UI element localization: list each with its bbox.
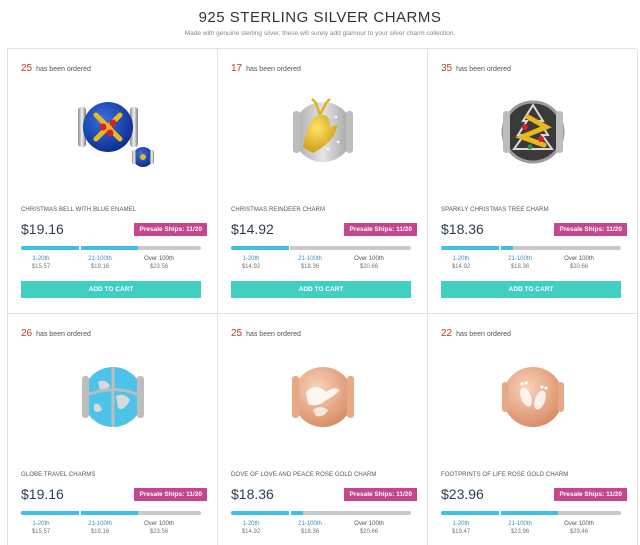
product-card: 22 has been ordered FOOTPRINTS OF LIFE R… [428, 314, 638, 545]
tier-2: 21-100th $23.96 [508, 521, 532, 535]
progress-fill [231, 511, 303, 515]
order-progress-bar [441, 511, 621, 515]
tier-3: Over 100th $20.66 [564, 256, 594, 270]
product-name[interactable]: FOOTPRINTS OF LIFE ROSE GOLD CHARM [441, 472, 568, 478]
ordered-number: 25 [231, 328, 243, 339]
ordered-suffix: has been ordered [36, 331, 91, 338]
presale-badge: Presale Ships: 11/20 [344, 223, 417, 236]
presale-badge: Presale Ships: 11/20 [554, 488, 627, 501]
progress-fill [231, 246, 291, 250]
ordered-count: 25 has been ordered [231, 328, 301, 339]
ordered-count: 17 has been ordered [231, 63, 301, 74]
rose-gold-footprints-charm-icon[interactable] [478, 352, 588, 442]
ordered-count: 26 has been ordered [21, 328, 91, 339]
product-card: 25 has been ordered DOVE OF LOVE AND PEA… [218, 314, 428, 545]
product-card: 26 has been ordered GLOBE TRAVEL CHARMS … [8, 314, 218, 545]
order-progress-bar [441, 246, 621, 250]
product-price: $18.36 [231, 486, 274, 502]
tier-1: 1-20th $14.92 [241, 256, 261, 270]
globe-travel-charm-icon[interactable] [58, 352, 168, 442]
progress-fill [441, 246, 513, 250]
blue-enamel-bell-charm-icon[interactable] [58, 87, 168, 177]
progress-fill [21, 511, 138, 515]
ordered-count: 22 has been ordered [441, 328, 511, 339]
product-card: 35 has been ordered SPARKLY CHRISTMAS TR… [428, 49, 638, 314]
add-to-cart-button[interactable]: ADD TO CART [21, 281, 201, 298]
page-subtitle: Made with genuine sterling silver, these… [184, 30, 456, 37]
ordered-suffix: has been ordered [246, 331, 301, 338]
tier-1: 1-20th $14.92 [241, 521, 261, 535]
ordered-suffix: has been ordered [456, 331, 511, 338]
presale-badge: Presale Ships: 11/20 [554, 223, 627, 236]
tier-1: 1-20th $15.57 [31, 256, 51, 270]
tier-2: 21-100th $18.36 [298, 521, 322, 535]
tier-2: 21-100th $19.16 [88, 521, 112, 535]
add-to-cart-button[interactable]: ADD TO CART [441, 281, 621, 298]
ordered-count: 25 has been ordered [21, 63, 91, 74]
tier-1: 1-20th $15.57 [31, 521, 51, 535]
ordered-number: 25 [21, 63, 33, 74]
tier-2: 21-100th $19.16 [88, 256, 112, 270]
add-to-cart-button[interactable]: ADD TO CART [231, 281, 411, 298]
product-price: $23.96 [441, 486, 484, 502]
ordered-suffix: has been ordered [246, 66, 301, 73]
tier-1: 1-20th $19.47 [451, 521, 471, 535]
ordered-number: 35 [441, 63, 453, 74]
tier-3: Over 100th $20.66 [354, 256, 384, 270]
product-name[interactable]: CHRISTMAS REINDEER CHARM [231, 207, 325, 213]
progress-fill [441, 511, 558, 515]
product-price: $19.16 [21, 486, 64, 502]
presale-badge: Presale Ships: 11/20 [134, 223, 207, 236]
presale-badge: Presale Ships: 11/20 [344, 488, 417, 501]
product-card: 25 has been ordered CHRISTMAS BELL WITH … [8, 49, 218, 314]
product-card: 17 has been ordered CHRISTMAS REINDEER C… [218, 49, 428, 314]
ordered-number: 17 [231, 63, 243, 74]
tier-3: Over 100th $29.46 [564, 521, 594, 535]
ordered-count: 35 has been ordered [441, 63, 511, 74]
page-title: 925 STERLING SILVER CHARMS [198, 9, 442, 26]
product-price: $18.36 [441, 221, 484, 237]
presale-badge: Presale Ships: 11/20 [134, 488, 207, 501]
order-progress-bar [231, 511, 411, 515]
ordered-number: 26 [21, 328, 33, 339]
ordered-suffix: has been ordered [456, 66, 511, 73]
product-grid: 25 has been ordered CHRISTMAS BELL WITH … [7, 48, 638, 545]
order-progress-bar [231, 246, 411, 250]
product-name[interactable]: DOVE OF LOVE AND PEACE ROSE GOLD CHARM [231, 472, 377, 478]
product-name[interactable]: GLOBE TRAVEL CHARMS [21, 472, 95, 478]
product-price: $19.16 [21, 221, 64, 237]
tier-1: 1-20th $14.92 [451, 256, 471, 270]
tier-2: 21-100th $18.36 [508, 256, 532, 270]
tier-2: 21-100th $18.36 [298, 256, 322, 270]
tier-3: Over 100th $23.56 [144, 256, 174, 270]
gold-reindeer-charm-icon[interactable] [268, 87, 378, 177]
christmas-tree-charm-icon[interactable] [478, 87, 588, 177]
progress-fill [21, 246, 138, 250]
page-header: 925 STERLING SILVER CHARMS Made with gen… [0, 0, 640, 48]
product-name[interactable]: SPARKLY CHRISTMAS TREE CHARM [441, 207, 549, 213]
ordered-number: 22 [441, 328, 453, 339]
product-price: $14.92 [231, 221, 274, 237]
rose-gold-dove-charm-icon[interactable] [268, 352, 378, 442]
order-progress-bar [21, 511, 201, 515]
order-progress-bar [21, 246, 201, 250]
product-name[interactable]: CHRISTMAS BELL WITH BLUE ENAMEL [21, 207, 136, 213]
ordered-suffix: has been ordered [36, 66, 91, 73]
tier-3: Over 100th $20.66 [354, 521, 384, 535]
tier-3: Over 100th $23.56 [144, 521, 174, 535]
